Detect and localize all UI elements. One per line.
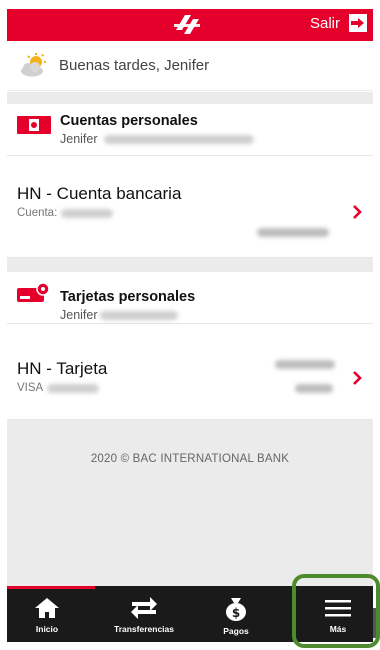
divider	[7, 258, 373, 272]
bank-logo-icon	[174, 15, 200, 34]
redacted-surname	[103, 134, 254, 144]
card-name: HN - Tarjeta	[17, 359, 108, 378]
redacted-balance	[275, 360, 335, 369]
credit-card-row[interactable]: HN - Tarjeta VISA	[7, 325, 373, 420]
sun-cloud-icon	[21, 52, 46, 76]
account-number: Cuenta:	[17, 207, 114, 219]
nav-label-pagos: Pagos	[223, 626, 249, 636]
cards-section-header: Tarjetas personales Jenifer	[7, 272, 373, 324]
cards-section-title: Tarjetas personales	[60, 289, 196, 305]
accounts-owner-name: Jenifer	[60, 132, 98, 146]
redacted-surname	[99, 310, 178, 320]
logout-icon	[349, 14, 367, 32]
redacted-account-number	[61, 208, 114, 218]
chevron-right-icon	[353, 205, 362, 219]
copyright-text: 2020 © BAC INTERNATIONAL BANK	[90, 453, 290, 465]
nav-item-transferencias[interactable]: Transferencias	[99, 589, 189, 642]
greeting-bar: Buenas tardes, Jenifer	[7, 41, 373, 91]
greeting-text: Buenas tardes, Jenifer	[59, 57, 210, 74]
nav-label-transferencias: Transferencias	[113, 624, 174, 634]
home-icon	[35, 598, 59, 618]
cards-owner: Jenifer	[60, 308, 178, 322]
credit-card-icon	[17, 282, 50, 302]
accounts-section-title: Cuentas personales	[60, 113, 198, 129]
redacted-balance	[257, 228, 329, 237]
logout-button[interactable]: Salir	[310, 14, 367, 32]
account-number-label: Cuenta:	[17, 207, 58, 219]
top-bar: Salir	[7, 9, 373, 41]
accounts-owner: Jenifer	[60, 132, 254, 146]
chevron-right-icon	[353, 371, 362, 385]
footer-area: 2020 © BAC INTERNATIONAL BANK	[7, 420, 373, 586]
bank-account-row[interactable]: HN - Cuenta bancaria Cuenta:	[7, 157, 373, 258]
cards-owner-name: Jenifer	[60, 308, 98, 322]
highlight-annotation	[292, 574, 380, 648]
nav-item-inicio[interactable]: Inicio	[7, 589, 87, 642]
account-name: HN - Cuenta bancaria	[17, 184, 182, 203]
cash-icon	[17, 116, 51, 134]
transfer-arrows-icon	[131, 597, 157, 619]
redacted-balance-secondary	[295, 384, 333, 393]
nav-label-inicio: Inicio	[35, 624, 59, 634]
logout-label: Salir	[309, 14, 340, 32]
app-screen: Salir Buenas tardes, Jenifer Cuentas per…	[7, 0, 376, 650]
svg-text:$: $	[232, 606, 240, 620]
redacted-card-number	[47, 383, 100, 393]
money-bag-icon: $	[226, 598, 246, 621]
nav-item-pagos[interactable]: $ Pagos	[200, 589, 272, 642]
card-brand-label: VISA	[17, 382, 44, 394]
divider	[7, 92, 373, 104]
accounts-section-header: Cuentas personales Jenifer	[7, 104, 373, 156]
card-number: VISA	[17, 382, 100, 394]
